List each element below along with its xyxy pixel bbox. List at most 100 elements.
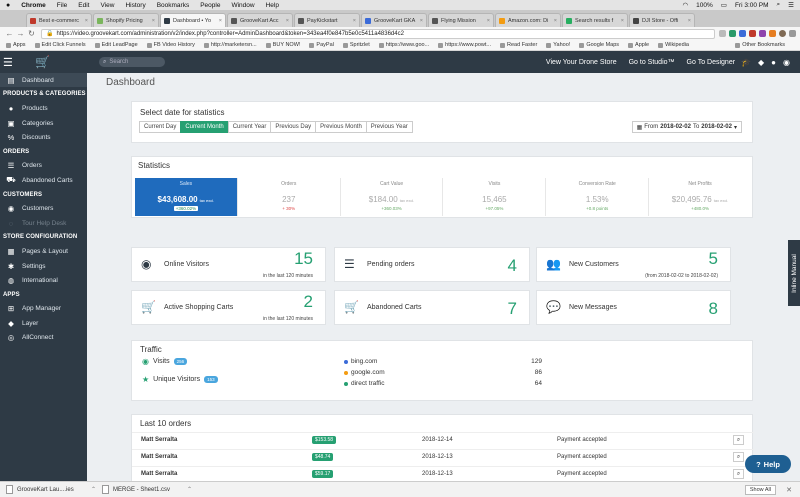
search-icon[interactable]: ⌕ (733, 435, 744, 445)
menu-people[interactable]: People (200, 2, 220, 9)
stat-orders[interactable]: Orders 237 + 30% (238, 178, 341, 216)
search-icon[interactable]: ⌕ (777, 1, 781, 9)
bookmark-item[interactable]: Wikipedia (658, 42, 689, 48)
download-item[interactable]: MERGE - Sheet1.csv ⌃ (102, 485, 198, 494)
stat-net-profits[interactable]: Net Profits $20,495.76 tax excl. +480.0% (649, 178, 751, 216)
chrome-menu-icon[interactable] (789, 30, 796, 37)
bookmark-item[interactable]: BUY NOW! (265, 42, 300, 48)
kpi-tile-online-visitors[interactable]: ◉ Online Visitors 15 in the last 120 minute… (131, 247, 326, 282)
menu-view[interactable]: View (100, 2, 114, 9)
help-button[interactable]: ? Help (745, 455, 791, 473)
sidebar-item-products[interactable]: ● Products (0, 102, 87, 116)
browser-tab[interactable]: Amazon.com: Di × (495, 13, 561, 27)
extension-icon[interactable] (769, 30, 776, 37)
bookmark-item[interactable]: Edit Click Funnels (34, 42, 86, 48)
bookmark-item[interactable]: https://www.goo... (378, 42, 429, 48)
menu-file[interactable]: File (57, 2, 67, 9)
sidebar-item-categories[interactable]: ▣ Categories (0, 116, 87, 130)
sidebar-item-tour-help-desk[interactable]: ◌ Tour Help Desk (0, 216, 87, 230)
go-to-designer-link[interactable]: Go To Designer (687, 59, 736, 66)
chevron-up-icon[interactable]: ⌃ (91, 486, 96, 493)
date-button-previous-day[interactable]: Previous Day (270, 121, 317, 133)
menu-window[interactable]: Window (231, 2, 254, 9)
close-icon[interactable]: × (420, 18, 423, 24)
sidebar-item-dashboard[interactable]: ▤ Dashboard (0, 73, 87, 88)
sidebar-item-allconnect[interactable]: ◎ AllConnect (0, 330, 87, 344)
browser-tab[interactable]: GrooveKart Acc × (227, 13, 293, 27)
bookmark-item[interactable]: Read Faster (500, 42, 537, 48)
close-icon[interactable]: ✕ (786, 486, 792, 494)
bookmark-item[interactable]: Apps (6, 42, 26, 48)
menu-history[interactable]: History (125, 2, 145, 9)
search-icon[interactable]: ⌕ (733, 452, 744, 462)
bookmark-item[interactable]: https://www.powt... (438, 42, 491, 48)
profile-avatar[interactable] (779, 30, 786, 37)
sidebar-item-abandoned-carts[interactable]: ⛟ Abandoned Carts (0, 173, 87, 187)
star-icon[interactable] (719, 30, 726, 37)
close-icon[interactable]: × (621, 18, 624, 24)
stat-cart-value[interactable]: Cart Value $184.00 tax excl. +360.03% (341, 178, 444, 216)
date-button-current-day[interactable]: Current Day (139, 121, 182, 133)
browser-tab[interactable]: DJI Store - Offi × (629, 13, 695, 27)
date-range-picker[interactable]: ▦ From 2018-02-02 To 2018-02-02 ▾ (631, 121, 742, 133)
table-row[interactable]: Matt Serralta $59.17 2018-12-13 Payment acc… (132, 466, 754, 481)
battery-icon[interactable]: ▭ (721, 1, 727, 9)
extension-icon[interactable] (749, 30, 756, 37)
kpi-tile-new-customers[interactable]: 👥 New Customers 5 (from 2018-02-02 to 2018-… (536, 247, 731, 282)
search-icon[interactable]: ⌕ (733, 469, 744, 479)
menu-help[interactable]: Help (266, 2, 279, 9)
stat-visits[interactable]: Visits 15,465 +97.05% (443, 178, 547, 216)
close-icon[interactable]: × (487, 18, 490, 24)
table-row[interactable]: Matt Serralta $48.74 2018-12-13 Payment acc… (132, 449, 754, 465)
close-icon[interactable]: × (353, 18, 356, 24)
stat-sales[interactable]: Sales $43,608.00 tax excl. +360.02% (135, 178, 238, 216)
sidebar-item-international[interactable]: ◍ International (0, 273, 87, 287)
url-field[interactable]: 🔒 https://video.groovekart.com/administr… (41, 28, 715, 39)
notification-icon[interactable]: ● (771, 58, 776, 67)
hamburger-menu-icon[interactable]: ☰ (3, 56, 19, 69)
reload-icon[interactable]: ↻ (26, 29, 37, 38)
view-store-link[interactable]: View Your Drone Store (546, 59, 617, 66)
sidebar-item-pages-layout[interactable]: ▦ Pages & Layout (0, 245, 87, 259)
forward-icon[interactable]: → (15, 29, 26, 38)
bell-icon[interactable]: ◆ (758, 58, 764, 67)
close-icon[interactable]: × (85, 18, 88, 24)
kpi-tile-new-messages[interactable]: 💬 New Messages 8 (536, 290, 731, 325)
date-button-current-month[interactable]: Current Month (180, 121, 229, 133)
go-to-studio-link[interactable]: Go to Studio™ (629, 59, 675, 66)
browser-tab[interactable]: Dashboard • Yo × (160, 13, 226, 27)
apple-menu-icon[interactable]: ● (6, 2, 10, 9)
browser-tab[interactable]: PayKickstart × (294, 13, 360, 27)
kpi-tile-abandoned-carts[interactable]: 🛒 Abandoned Carts 7 (334, 290, 530, 325)
browser-tab[interactable]: Shopify Pricing × (93, 13, 159, 27)
clock[interactable]: Fri 3:00 PM (735, 2, 769, 9)
close-icon[interactable]: × (286, 18, 289, 24)
date-button-previous-year[interactable]: Previous Year (365, 121, 413, 133)
user-account-icon[interactable]: ◉ (783, 58, 790, 67)
bookmark-item[interactable]: FB Video History (146, 42, 195, 48)
menu-edit[interactable]: Edit (78, 2, 89, 9)
browser-tab[interactable]: Best e-commerc × (26, 13, 92, 27)
table-row[interactable]: Matt Serralta $153.58 2018-12-14 Payment ac… (132, 432, 754, 448)
close-icon[interactable]: × (219, 18, 222, 24)
inline-manual-tab[interactable]: Inline Manual (788, 240, 800, 306)
back-icon[interactable]: ← (4, 29, 15, 38)
menu-list-icon[interactable]: ☰ (788, 1, 794, 9)
sidebar-item-settings[interactable]: ✱ Settings (0, 259, 87, 273)
menu-bookmarks[interactable]: Bookmarks (157, 2, 190, 9)
chevron-up-icon[interactable]: ⌃ (187, 486, 192, 493)
bookmark-item[interactable]: PayPal (309, 42, 334, 48)
show-all-button[interactable]: Show All (744, 484, 776, 495)
bookmark-item[interactable]: Google Maps (579, 42, 619, 48)
wifi-icon[interactable]: ◠ (682, 1, 688, 9)
bookmark-item[interactable]: Apple (628, 42, 649, 48)
sidebar-item-customers[interactable]: ◉ Customers (0, 202, 87, 216)
graduation-cap-icon[interactable]: 🎓 (741, 58, 751, 67)
other-bookmarks[interactable]: Other Bookmarks (735, 42, 785, 48)
bookmark-item[interactable]: Edit LeadPage (94, 42, 138, 48)
browser-tab[interactable]: Flying Mission × (428, 13, 494, 27)
sidebar-item-discounts[interactable]: % Discounts (0, 130, 87, 144)
groovekart-logo-icon[interactable]: 🛒 (35, 55, 55, 69)
sidebar-item-orders[interactable]: ☰ Orders (0, 159, 87, 173)
download-item[interactable]: GrooveKart Lau....ies ⌃ (6, 485, 102, 494)
